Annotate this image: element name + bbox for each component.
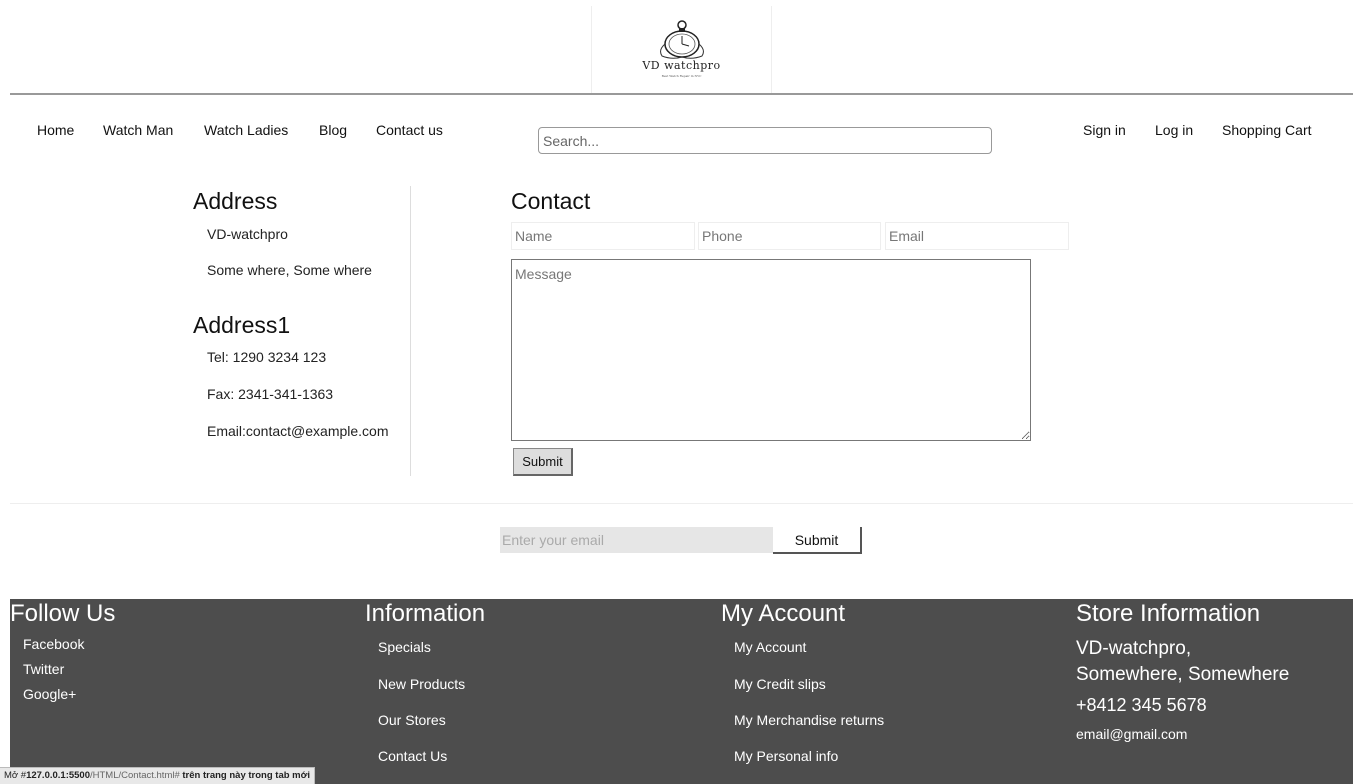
address-heading: Address xyxy=(193,188,278,214)
footer-heading: Follow Us xyxy=(10,600,116,627)
nav-home[interactable]: Home xyxy=(37,122,74,138)
search-input[interactable] xyxy=(538,127,992,154)
name-field[interactable] xyxy=(511,222,695,250)
nav-blog[interactable]: Blog xyxy=(319,122,347,138)
email-field[interactable] xyxy=(885,222,1069,250)
footer-heading: My Account xyxy=(721,600,846,627)
contact-heading: Contact xyxy=(511,188,591,214)
address-panel: Address VD-watchpro Some where, Some whe… xyxy=(193,186,411,476)
footer-link-credit-slips[interactable]: My Credit slips xyxy=(734,676,826,692)
store-phone: +8412 345 5678 xyxy=(1076,695,1207,715)
store-email: email@gmail.com xyxy=(1076,726,1188,742)
site-footer: Follow Us Facebook Twitter Google+ Infor… xyxy=(10,599,1353,784)
footer-link-google-plus[interactable]: Google+ xyxy=(23,686,76,702)
nav-sign-in[interactable]: Sign in xyxy=(1083,122,1126,138)
footer-heading: Information xyxy=(365,600,486,627)
store-name: VD-watchpro, xyxy=(1076,638,1192,659)
status-path: /HTML/Contact.html# xyxy=(90,770,180,781)
email-line: Email:contact@example.com xyxy=(207,423,389,439)
message-textarea[interactable] xyxy=(511,259,1031,441)
footer-link-specials[interactable]: Specials xyxy=(378,639,431,655)
site-logo[interactable]: VD watchpro Best Watch Repair in NYC xyxy=(591,6,772,93)
newsletter-submit-button[interactable]: Submit xyxy=(773,527,862,554)
nav-shopping-cart[interactable]: Shopping Cart xyxy=(1222,122,1312,138)
footer-heading: Store Information xyxy=(1076,600,1261,627)
footer-link-our-stores[interactable]: Our Stores xyxy=(378,712,446,728)
footer-link-contact-us[interactable]: Contact Us xyxy=(378,748,447,764)
footer-link-my-account[interactable]: My Account xyxy=(734,639,806,655)
footer-link-twitter[interactable]: Twitter xyxy=(23,661,64,677)
header-divider xyxy=(10,93,1353,95)
address1-heading: Address1 xyxy=(193,312,291,338)
address-line: VD-watchpro xyxy=(207,226,288,242)
nav-contact-us[interactable]: Contact us xyxy=(376,122,443,138)
nav-log-in[interactable]: Log in xyxy=(1155,122,1193,138)
section-divider xyxy=(10,503,1353,504)
footer-link-new-products[interactable]: New Products xyxy=(378,676,465,692)
store-address: Somewhere, Somewhere xyxy=(1076,664,1290,685)
nav-watch-ladies[interactable]: Watch Ladies xyxy=(204,122,288,138)
status-prefix: Mở # xyxy=(4,770,27,781)
pocket-watch-icon xyxy=(660,20,704,59)
logo-title: VD watchpro xyxy=(642,59,721,72)
footer-link-merchandise-returns[interactable]: My Merchandise returns xyxy=(734,712,884,728)
phone-field[interactable] xyxy=(698,222,881,250)
newsletter-email-input[interactable] xyxy=(500,527,773,553)
nav-watch-man[interactable]: Watch Man xyxy=(103,122,173,138)
logo-tagline: Best Watch Repair in NYC xyxy=(661,74,702,78)
footer-link-facebook[interactable]: Facebook xyxy=(23,636,84,652)
address-line: Some where, Some where xyxy=(207,262,372,278)
status-host: 127.0.0.1:5500 xyxy=(26,770,90,781)
footer-link-personal-info[interactable]: My Personal info xyxy=(734,748,838,764)
status-suffix: trên trang này trong tab mới xyxy=(179,770,311,781)
browser-status-bar: Mở #127.0.0.1:5500/HTML/Contact.html# tr… xyxy=(0,767,316,784)
tel-line: Tel: 1290 3234 123 xyxy=(207,349,327,365)
contact-submit-button[interactable]: Submit xyxy=(513,448,573,476)
fax-line: Fax: 2341-341-1363 xyxy=(207,386,334,402)
